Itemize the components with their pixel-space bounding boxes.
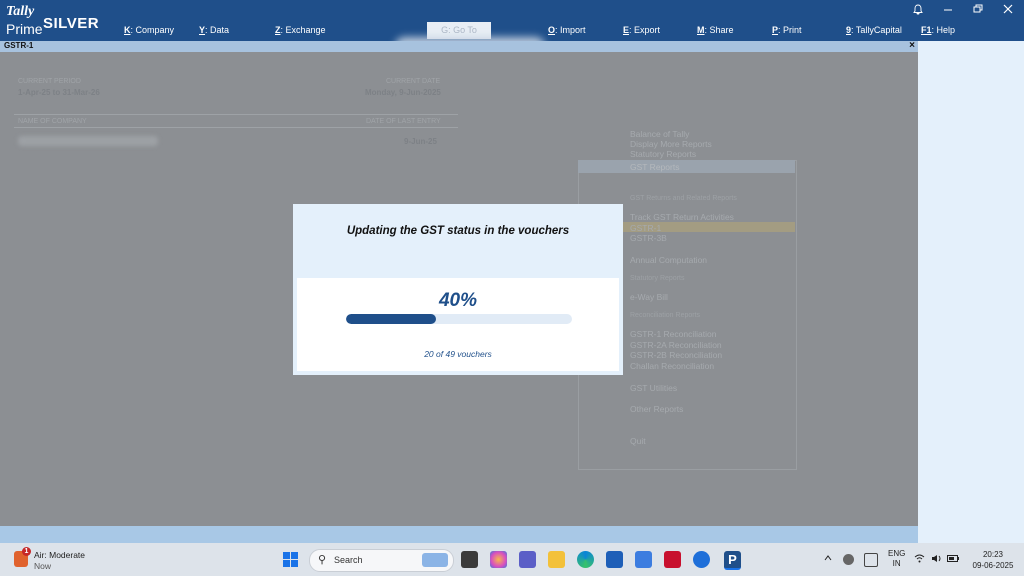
volume-icon[interactable] [931,554,942,565]
file-explorer-icon[interactable] [548,551,565,568]
windows-start-icon[interactable] [282,551,299,568]
section-gst-returns: GST Returns and Related Reports [630,195,737,202]
report-title-bar: GSTR-1 × [0,40,918,52]
button-bar-panel [918,41,1024,543]
progress-bar-fill [346,314,437,324]
minimize-icon[interactable] [943,4,953,17]
search-highlight-icon [422,553,448,567]
restore-icon[interactable] [973,4,983,17]
info-divider-2 [14,127,458,128]
edge-browser-icon[interactable] [577,551,594,568]
bottom-status-strip [0,526,918,543]
progress-bar [346,314,572,324]
wifi-icon[interactable] [914,554,925,565]
taskbar-search[interactable]: ⚲ Search [309,549,454,572]
report-title: GSTR-1 [4,41,34,50]
menu-gst-utilities[interactable]: GST Utilities [630,383,677,393]
current-period-value: 1-Apr-25 to 31-Mar-26 [18,88,100,97]
copilot-icon[interactable] [490,551,507,568]
top-bar: Tally Prime SILVER K: Company Y: Data Z:… [0,0,1024,41]
current-date-label: CURRENT DATE [386,78,441,85]
app-icon[interactable] [635,551,652,568]
close-report-icon[interactable]: × [909,40,915,51]
menu-company[interactable]: K: Company [124,25,174,35]
logo-prime-text: Prime [6,21,43,37]
progress-area: 40% 20 of 49 vouchers [297,278,619,371]
task-view-icon[interactable] [461,551,478,568]
system-clock[interactable]: 20:23 09-06-2025 [968,549,1018,571]
weather-title: Air: Moderate [34,550,86,560]
close-window-icon[interactable] [1003,4,1013,17]
company-name-value [18,136,158,146]
battery-icon[interactable] [947,555,959,564]
menu-other-reports[interactable]: Other Reports [630,404,683,414]
mcafee-icon[interactable] [664,551,681,568]
menu-quit[interactable]: Quit [630,436,646,446]
search-icon: ⚲ [318,554,327,566]
section-reconciliation: Reconciliation Reports [630,312,701,319]
menu-gstr1-reconciliation[interactable]: GSTR-1 Reconciliation [630,329,716,339]
menu-eway-bill[interactable]: e-Way Bill [630,292,668,302]
progress-dialog: Updating the GST status in the vouchers … [293,204,623,375]
menu-exchange[interactable]: Z: Exchange [275,25,326,35]
menu-display-more-reports[interactable]: Display More Reports [630,139,712,149]
menu-help[interactable]: F1: Help [921,25,955,35]
network-share-icon[interactable] [864,553,878,567]
weather-subtitle: Now [34,561,52,571]
menu-import[interactable]: O: Import [548,25,586,35]
search-label: Search [334,555,363,565]
menu-challan-reconciliation[interactable]: Challan Reconciliation [630,361,714,371]
last-entry-label: DATE OF LAST ENTRY [366,118,441,125]
menu-tallycapital[interactable]: 9: TallyCapital [846,25,902,35]
onedrive-icon[interactable] [843,554,854,565]
menu-statutory-reports[interactable]: Statutory Reports [630,149,696,159]
menu-track-gst-return[interactable]: Track GST Return Activities [630,212,734,222]
language-bottom: IN [892,559,901,568]
progress-percent: 40% [438,290,478,311]
menu-gstr2b-reconciliation[interactable]: GSTR-2B Reconciliation [630,350,722,360]
voucher-count: 20 of 49 vouchers [424,349,492,359]
clock-date: 09-06-2025 [972,561,1014,570]
section-statutory: Statutory Reports [630,275,685,282]
menu-gstr2a-reconciliation[interactable]: GSTR-2A Reconciliation [630,340,722,350]
current-period-label: CURRENT PERIOD [18,78,81,85]
tally-taskbar-icon[interactable]: P [724,551,741,570]
chevron-up-icon[interactable] [824,554,832,563]
company-name-label: NAME OF COMPANY [18,118,87,125]
gst-reports-header-text: GST Reports [630,162,680,172]
menu-balance-of-tally[interactable]: Balance of Tally [630,129,689,139]
edition-label: SILVER [43,15,100,32]
menu-annual-computation[interactable]: Annual Computation [630,255,707,265]
info-divider [14,114,458,115]
menu-gstr-1[interactable]: GSTR-1 [630,223,661,233]
bell-icon[interactable] [913,4,923,18]
menu-share[interactable]: M: Share [697,25,734,35]
app-icon-2[interactable] [693,551,710,568]
last-entry-value: 9-Jun-25 [404,137,437,146]
teams-icon[interactable] [519,551,536,568]
gst-reports-header [578,160,795,173]
logo-tally-text: Tally [6,4,35,19]
clock-time: 20:23 [982,550,1004,559]
menu-export[interactable]: E: Export [623,25,660,35]
language-top: ENG [888,549,906,558]
windows-taskbar: 1 Air: Moderate Now ⚲ Search P ENG IN 20… [0,543,1024,576]
menu-print[interactable]: P: Print [772,25,802,35]
menu-data[interactable]: Y: Data [199,25,229,35]
language-indicator[interactable]: ENG IN [888,549,905,569]
menu-gstr-3b[interactable]: GSTR-3B [630,233,667,243]
tally-prime-logo: Tally Prime SILVER [6,4,106,38]
current-date-value: Monday, 9-Jun-2025 [365,88,441,97]
dialog-title: Updating the GST status in the vouchers [346,225,570,237]
weather-widget[interactable]: 1 Air: Moderate Now [14,547,114,572]
store-icon[interactable] [606,551,623,568]
weather-badge: 1 [22,547,31,556]
